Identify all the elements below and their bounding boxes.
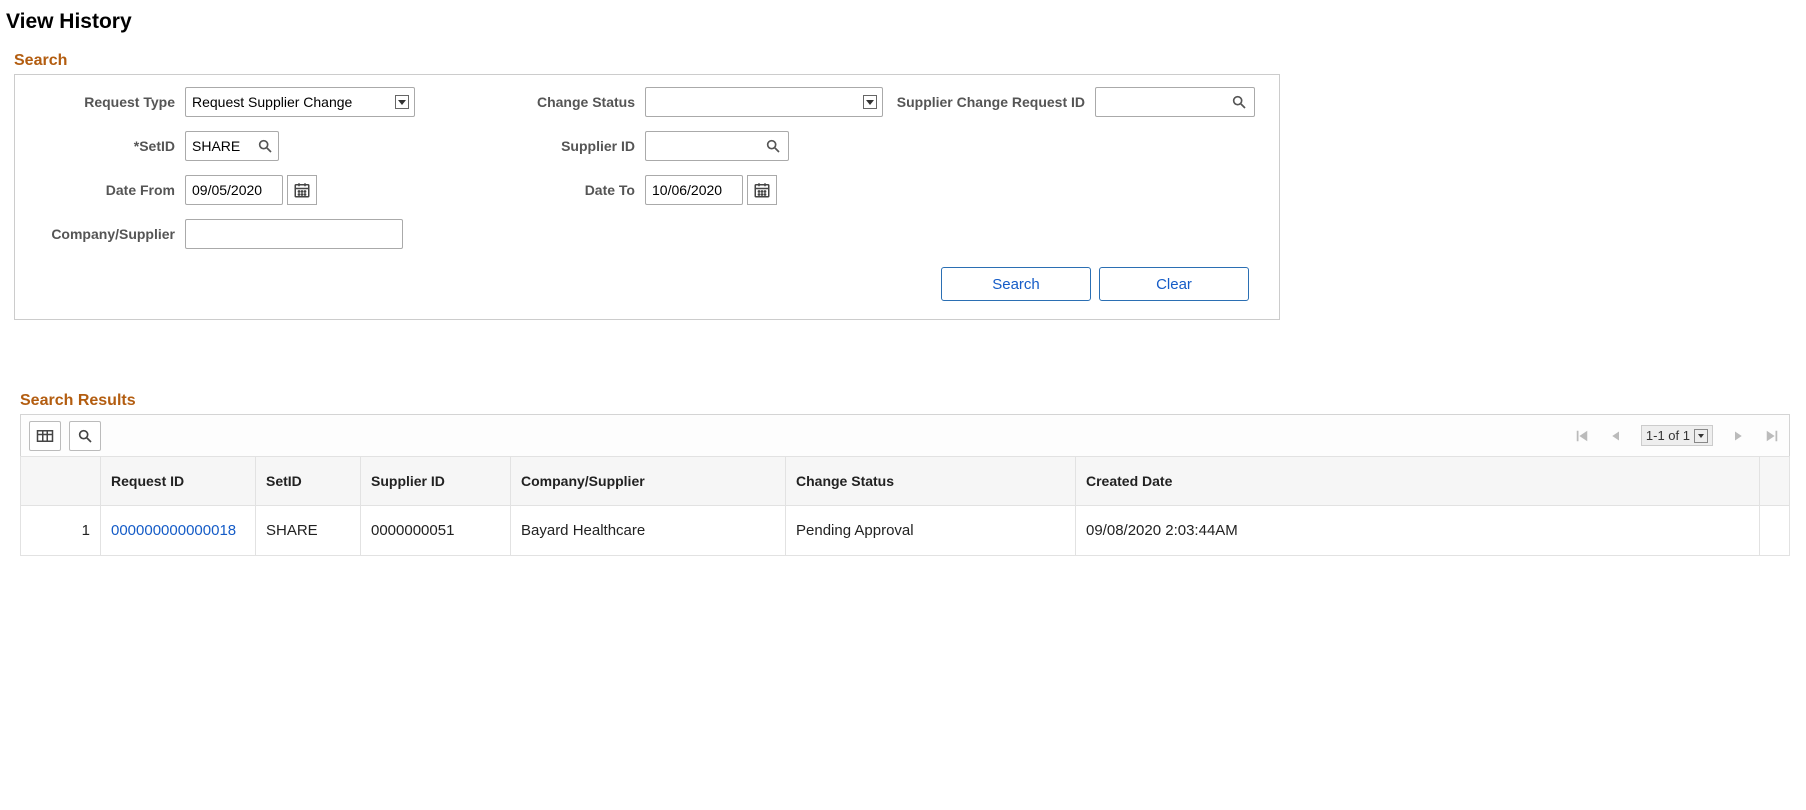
page-title: View History [6, 10, 1800, 34]
request-type-select[interactable]: Request Supplier Change [185, 87, 415, 117]
search-panel: Request Type Request Supplier Change Cha… [14, 74, 1280, 320]
cell-created-date: 09/08/2020 2:03:44AM [1076, 506, 1760, 556]
table-row: 1 000000000000018 SHARE 0000000051 Bayar… [21, 506, 1790, 556]
next-page-icon[interactable] [1729, 427, 1747, 445]
search-icon[interactable] [763, 136, 783, 156]
supplier-id-label: Supplier ID [425, 138, 645, 154]
search-section-title: Search [14, 52, 1800, 70]
cell-supplier-id: 0000000051 [361, 506, 511, 556]
col-change-status[interactable]: Change Status [786, 457, 1076, 506]
request-id-link[interactable]: 000000000000018 [111, 522, 236, 539]
date-from-input[interactable] [185, 175, 283, 205]
calendar-icon[interactable] [747, 175, 777, 205]
personalize-icon[interactable] [29, 421, 61, 451]
cell-company-supplier: Bayard Healthcare [511, 506, 786, 556]
clear-button[interactable]: Clear [1099, 267, 1249, 301]
search-icon[interactable] [1229, 92, 1249, 112]
col-company-supplier[interactable]: Company/Supplier [511, 457, 786, 506]
search-icon[interactable] [255, 136, 275, 156]
change-status-select[interactable] [645, 87, 883, 117]
change-status-label: Change Status [425, 94, 645, 110]
date-to-label: Date To [425, 182, 645, 198]
grid-toolbar: 1-1 of 1 [20, 414, 1790, 456]
row-range[interactable]: 1-1 of 1 [1641, 425, 1713, 446]
date-from-label: Date From [25, 182, 185, 198]
request-type-label: Request Type [25, 94, 185, 110]
col-request-id[interactable]: Request ID [101, 457, 256, 506]
row-range-text: 1-1 of 1 [1646, 428, 1690, 443]
last-page-icon[interactable] [1763, 427, 1781, 445]
company-supplier-label: Company/Supplier [25, 226, 185, 242]
table-header-row: Request ID SetID Supplier ID Company/Sup… [21, 457, 1790, 506]
results-section-title: Search Results [20, 392, 1790, 410]
col-created-date[interactable]: Created Date [1076, 457, 1760, 506]
cell-set-id: SHARE [256, 506, 361, 556]
set-id-label: *SetID [25, 138, 185, 154]
search-button[interactable]: Search [941, 267, 1091, 301]
prev-page-icon[interactable] [1607, 427, 1625, 445]
supplier-change-request-id-label: Supplier Change Request ID [895, 94, 1095, 110]
chevron-down-icon [1694, 429, 1708, 443]
calendar-icon[interactable] [287, 175, 317, 205]
row-number: 1 [21, 506, 101, 556]
find-icon[interactable] [69, 421, 101, 451]
col-set-id[interactable]: SetID [256, 457, 361, 506]
col-supplier-id[interactable]: Supplier ID [361, 457, 511, 506]
results-table: Request ID SetID Supplier ID Company/Sup… [20, 456, 1790, 556]
date-to-input[interactable] [645, 175, 743, 205]
first-page-icon[interactable] [1573, 427, 1591, 445]
company-supplier-input[interactable] [185, 219, 403, 249]
cell-change-status: Pending Approval [786, 506, 1076, 556]
